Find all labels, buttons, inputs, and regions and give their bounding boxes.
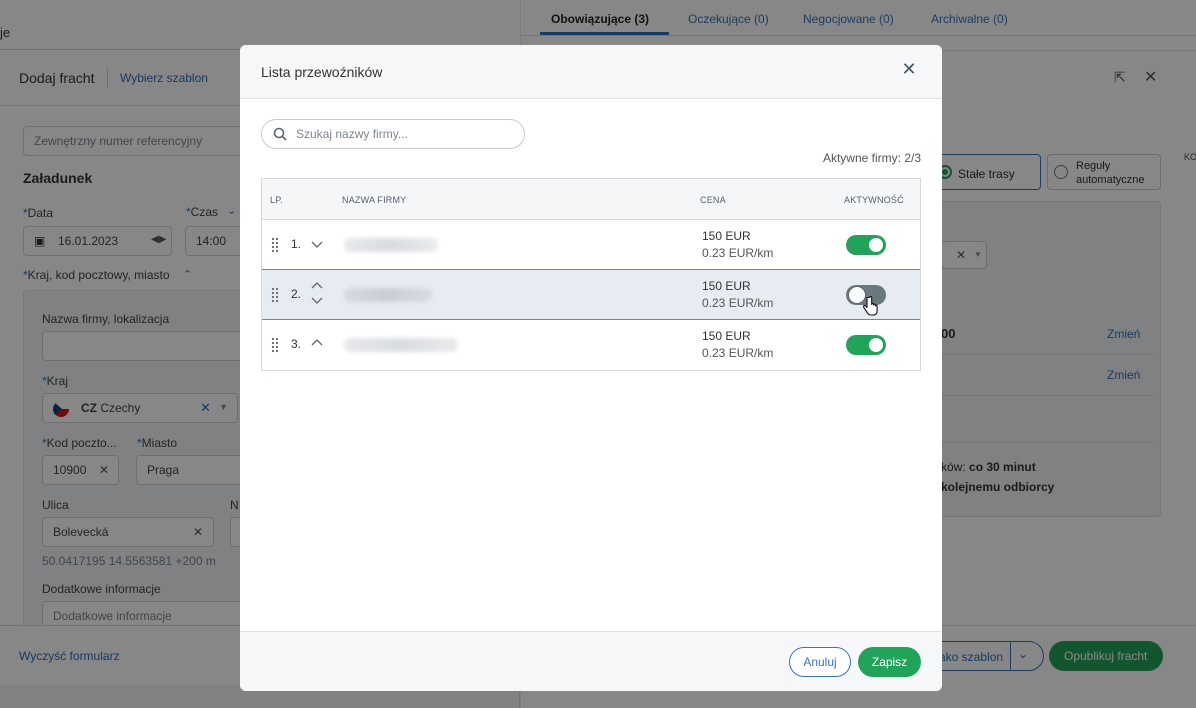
- active-companies-count: Aktywne firmy: 2/3: [822, 151, 921, 165]
- dialog-header: Lista przewoźników ✕: [240, 45, 942, 99]
- close-icon[interactable]: ✕: [900, 60, 918, 78]
- table-row[interactable]: 3. 150 EUR 0.23 EUR/km: [262, 320, 920, 370]
- company-name-redacted: [344, 238, 438, 252]
- cancel-button[interactable]: Anuluj: [789, 647, 851, 677]
- row-number: 2.: [291, 287, 302, 301]
- column-company-name: NAZWA FIRMY: [342, 195, 407, 205]
- price-rate: 0.23 EUR/km: [702, 296, 774, 310]
- move-up-icon[interactable]: [310, 278, 324, 292]
- table-row[interactable]: 2. 150 EUR 0.23 EUR/km: [262, 269, 920, 320]
- move-down-icon[interactable]: [310, 294, 324, 308]
- dialog-title: Lista przewoźników: [261, 64, 383, 80]
- activity-toggle[interactable]: [846, 235, 886, 255]
- hand-cursor-icon: [862, 296, 878, 316]
- table-row[interactable]: 1. 150 EUR 0.23 EUR/km: [262, 220, 920, 270]
- drag-handle-icon[interactable]: [270, 287, 280, 303]
- activity-toggle[interactable]: [846, 335, 886, 355]
- move-down-icon[interactable]: [310, 238, 324, 252]
- carriers-table: LP. NAZWA FIRMY CENA AKTYWNOŚĆ 1. 150 EU…: [261, 178, 921, 371]
- row-number: 1.: [291, 237, 302, 251]
- carriers-list-dialog: Lista przewoźników ✕ Aktywne firmy: 2/3 …: [240, 45, 942, 691]
- drag-handle-icon[interactable]: [270, 337, 280, 353]
- dialog-footer: Anuluj Zapisz: [240, 631, 942, 691]
- company-name-redacted: [344, 338, 458, 352]
- price-value: 150 EUR: [702, 329, 751, 343]
- company-search: [261, 119, 525, 149]
- price-rate: 0.23 EUR/km: [702, 246, 774, 260]
- company-name-redacted: [344, 288, 432, 302]
- price-value: 150 EUR: [702, 279, 751, 293]
- price-rate: 0.23 EUR/km: [702, 346, 774, 360]
- drag-handle-icon[interactable]: [270, 237, 280, 253]
- column-price: CENA: [700, 195, 726, 205]
- search-icon: [273, 127, 287, 141]
- table-header: LP. NAZWA FIRMY CENA AKTYWNOŚĆ: [262, 179, 920, 220]
- row-number: 3.: [291, 337, 302, 351]
- move-up-icon[interactable]: [310, 335, 324, 349]
- company-search-input[interactable]: [296, 126, 516, 142]
- price-value: 150 EUR: [702, 229, 751, 243]
- column-activity: AKTYWNOŚĆ: [844, 195, 904, 205]
- save-button[interactable]: Zapisz: [858, 647, 921, 677]
- column-lp: LP.: [270, 195, 283, 205]
